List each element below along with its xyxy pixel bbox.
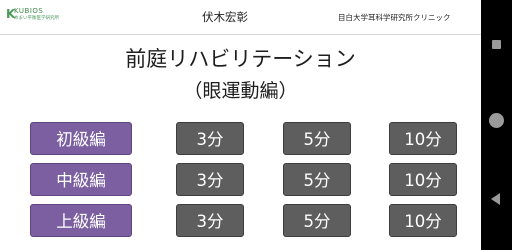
doctor-name: 伏木宏彰 <box>202 10 248 24</box>
logo-icon: K <box>6 7 16 21</box>
advanced-10min-button[interactable]: 10分 <box>389 204 457 237</box>
beginner-5min-button[interactable]: 5分 <box>283 122 351 155</box>
beginner-3min-button[interactable]: 3分 <box>176 122 244 155</box>
advanced-3min-button[interactable]: 3分 <box>176 204 244 237</box>
beginner-10min-button[interactable]: 10分 <box>389 122 457 155</box>
logo-word: KUBIOS <box>14 7 44 15</box>
app-header: K KUBIOS めまい平衡医学研究所 伏木宏彰 目白大学耳科学研究所クリニック <box>0 0 481 35</box>
logo-subtitle: めまい平衡医学研究所 <box>14 16 59 21</box>
intermediate-3min-button[interactable]: 3分 <box>176 163 244 196</box>
app-screen: K KUBIOS めまい平衡医学研究所 伏木宏彰 目白大学耳科学研究所クリニック… <box>0 0 481 250</box>
beginner-level-button[interactable]: 初級編 <box>30 122 132 155</box>
home-icon[interactable] <box>489 113 504 128</box>
page-title: 前庭リハビリテーション <box>125 47 356 71</box>
recents-icon[interactable] <box>492 40 501 49</box>
intermediate-10min-button[interactable]: 10分 <box>389 163 457 196</box>
clinic-name: 目白大学耳科学研究所クリニック <box>338 13 451 22</box>
page-subtitle: （眼運動編） <box>183 80 298 102</box>
intermediate-5min-button[interactable]: 5分 <box>283 163 351 196</box>
intermediate-level-button[interactable]: 中級編 <box>30 163 132 196</box>
back-icon[interactable] <box>491 193 500 205</box>
advanced-level-button[interactable]: 上級編 <box>30 204 132 237</box>
clinic-logo: K KUBIOS めまい平衡医学研究所 <box>6 6 96 28</box>
advanced-5min-button[interactable]: 5分 <box>283 204 351 237</box>
system-navigation-bar <box>481 0 512 250</box>
